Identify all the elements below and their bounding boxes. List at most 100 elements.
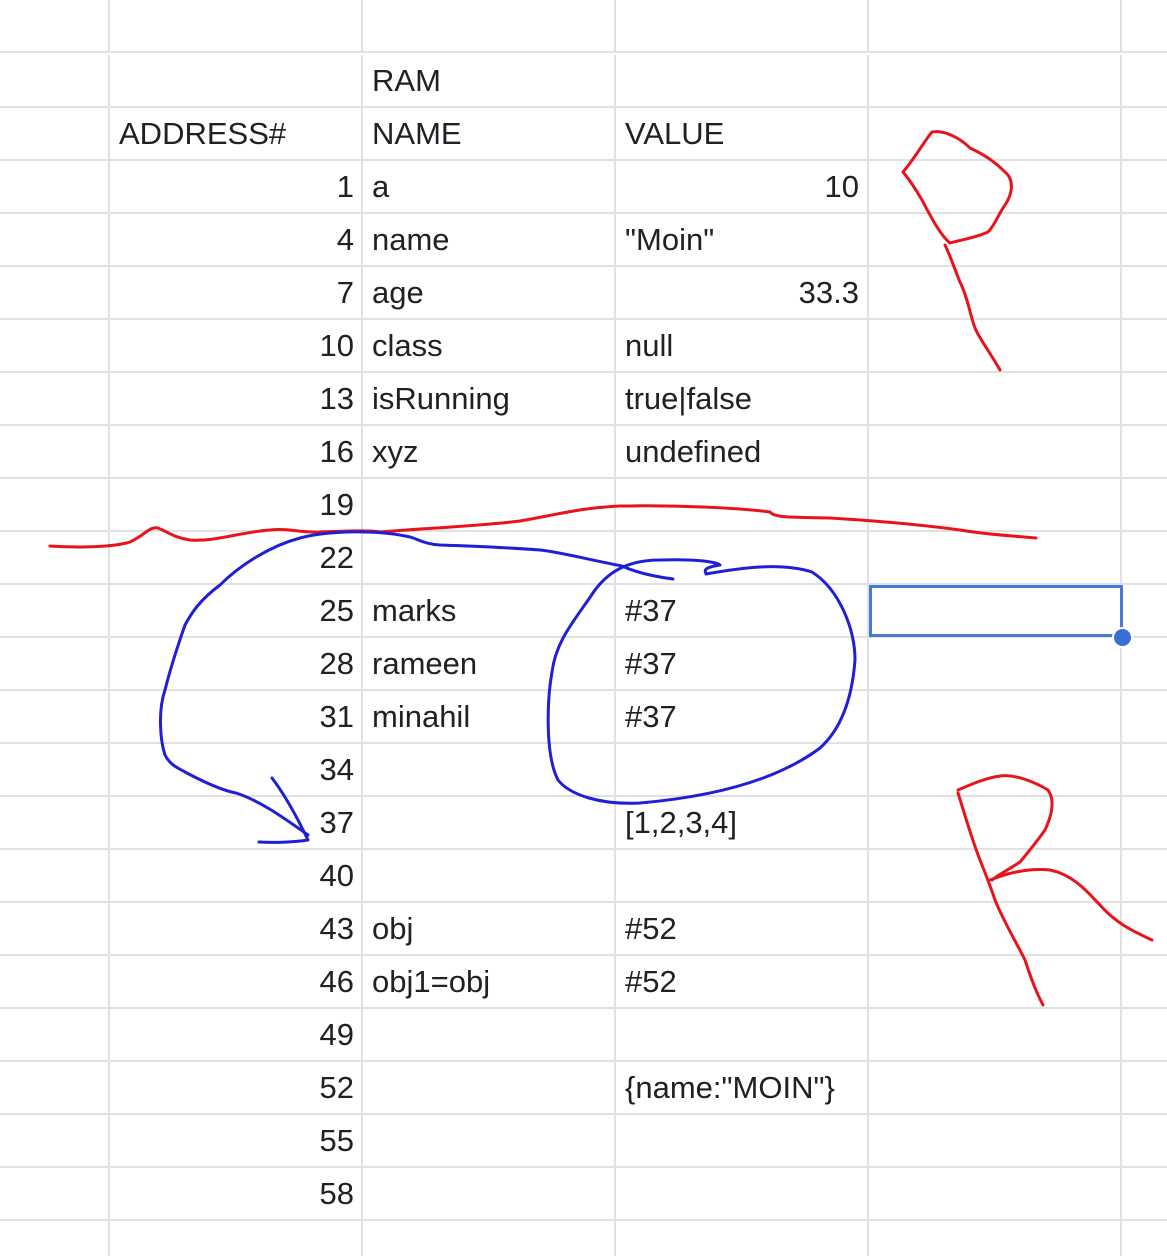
cell[interactable] bbox=[869, 1062, 1122, 1113]
cell[interactable] bbox=[869, 797, 1122, 848]
cell[interactable] bbox=[0, 797, 110, 848]
address-cell[interactable]: 1 bbox=[110, 161, 363, 212]
cell[interactable] bbox=[869, 744, 1122, 795]
cell[interactable] bbox=[110, 55, 363, 106]
name-cell[interactable]: rameen bbox=[363, 638, 616, 689]
cell[interactable] bbox=[0, 585, 110, 636]
cell[interactable] bbox=[1122, 214, 1167, 265]
name-cell[interactable]: age bbox=[363, 267, 616, 318]
cell[interactable] bbox=[1122, 108, 1167, 159]
cell[interactable] bbox=[0, 320, 110, 371]
address-cell[interactable]: 10 bbox=[110, 320, 363, 371]
cell[interactable] bbox=[0, 744, 110, 795]
name-cell[interactable]: a bbox=[363, 161, 616, 212]
value-cell[interactable] bbox=[616, 479, 869, 530]
address-cell[interactable]: 25 bbox=[110, 585, 363, 636]
cell[interactable] bbox=[1122, 1009, 1167, 1060]
cell[interactable] bbox=[869, 1115, 1122, 1166]
value-cell[interactable]: [1,2,3,4] bbox=[616, 797, 869, 848]
value-cell[interactable]: #37 bbox=[616, 691, 869, 742]
cell[interactable] bbox=[1122, 426, 1167, 477]
address-cell[interactable]: 43 bbox=[110, 903, 363, 954]
cell[interactable] bbox=[869, 1168, 1122, 1219]
cell[interactable] bbox=[616, 0, 869, 51]
name-cell[interactable]: obj1=obj bbox=[363, 956, 616, 1007]
name-cell[interactable] bbox=[363, 532, 616, 583]
cell[interactable] bbox=[869, 373, 1122, 424]
selected-cell-outline[interactable] bbox=[869, 585, 1123, 637]
address-cell[interactable]: 40 bbox=[110, 850, 363, 901]
cell[interactable] bbox=[0, 850, 110, 901]
name-header-cell[interactable]: NAME bbox=[363, 108, 616, 159]
cell[interactable] bbox=[869, 903, 1122, 954]
cell[interactable] bbox=[0, 267, 110, 318]
name-cell[interactable] bbox=[363, 1168, 616, 1219]
name-cell[interactable] bbox=[363, 1009, 616, 1060]
value-cell[interactable] bbox=[616, 744, 869, 795]
address-cell[interactable]: 46 bbox=[110, 956, 363, 1007]
name-cell[interactable]: isRunning bbox=[363, 373, 616, 424]
cell[interactable] bbox=[1122, 1115, 1167, 1166]
value-cell[interactable]: null bbox=[616, 320, 869, 371]
value-cell[interactable]: #37 bbox=[616, 638, 869, 689]
address-cell[interactable]: 31 bbox=[110, 691, 363, 742]
cell[interactable] bbox=[0, 426, 110, 477]
value-cell[interactable] bbox=[616, 1009, 869, 1060]
cell[interactable] bbox=[869, 850, 1122, 901]
cell[interactable] bbox=[1122, 267, 1167, 318]
value-cell[interactable]: undefined bbox=[616, 426, 869, 477]
cell[interactable] bbox=[869, 267, 1122, 318]
cell[interactable] bbox=[1122, 850, 1167, 901]
cell[interactable] bbox=[110, 0, 363, 51]
cell[interactable] bbox=[110, 1221, 363, 1256]
cell[interactable] bbox=[1122, 1168, 1167, 1219]
cell[interactable] bbox=[0, 1062, 110, 1113]
cell[interactable] bbox=[1122, 320, 1167, 371]
address-cell[interactable]: 58 bbox=[110, 1168, 363, 1219]
cell[interactable] bbox=[0, 108, 110, 159]
cell[interactable] bbox=[1122, 1062, 1167, 1113]
name-cell[interactable]: xyz bbox=[363, 426, 616, 477]
cell[interactable] bbox=[869, 638, 1122, 689]
value-header-cell[interactable]: VALUE bbox=[616, 108, 869, 159]
address-cell[interactable]: 22 bbox=[110, 532, 363, 583]
cell[interactable] bbox=[869, 55, 1122, 106]
value-cell[interactable]: #52 bbox=[616, 903, 869, 954]
name-cell[interactable] bbox=[363, 744, 616, 795]
value-cell[interactable] bbox=[616, 1168, 869, 1219]
value-cell[interactable]: true|false bbox=[616, 373, 869, 424]
cell[interactable] bbox=[1122, 161, 1167, 212]
cell[interactable] bbox=[869, 532, 1122, 583]
name-cell[interactable]: minahil bbox=[363, 691, 616, 742]
name-cell[interactable]: name bbox=[363, 214, 616, 265]
cell[interactable] bbox=[1122, 479, 1167, 530]
cell[interactable] bbox=[869, 1221, 1122, 1256]
cell[interactable] bbox=[1122, 1221, 1167, 1256]
name-cell[interactable]: marks bbox=[363, 585, 616, 636]
cell[interactable] bbox=[0, 214, 110, 265]
value-cell[interactable] bbox=[616, 850, 869, 901]
value-cell[interactable]: 10 bbox=[616, 161, 869, 212]
address-cell[interactable]: 49 bbox=[110, 1009, 363, 1060]
cell[interactable] bbox=[0, 638, 110, 689]
cell[interactable] bbox=[869, 161, 1122, 212]
address-cell[interactable]: 16 bbox=[110, 426, 363, 477]
cell[interactable] bbox=[0, 691, 110, 742]
address-cell[interactable]: 55 bbox=[110, 1115, 363, 1166]
address-cell[interactable]: 4 bbox=[110, 214, 363, 265]
fill-handle[interactable] bbox=[1112, 627, 1133, 648]
cell[interactable] bbox=[363, 1221, 616, 1256]
address-cell[interactable]: 7 bbox=[110, 267, 363, 318]
name-cell[interactable] bbox=[363, 1062, 616, 1113]
cell[interactable] bbox=[0, 956, 110, 1007]
value-cell[interactable]: #52 bbox=[616, 956, 869, 1007]
cell[interactable] bbox=[869, 108, 1122, 159]
cell[interactable] bbox=[869, 1009, 1122, 1060]
name-cell[interactable]: class bbox=[363, 320, 616, 371]
address-header-cell[interactable]: ADDRESS# bbox=[110, 108, 363, 159]
cell[interactable] bbox=[1122, 532, 1167, 583]
value-cell[interactable]: {name:"MOIN"} bbox=[616, 1062, 869, 1113]
name-cell[interactable] bbox=[363, 797, 616, 848]
cell[interactable] bbox=[0, 532, 110, 583]
cell[interactable] bbox=[869, 956, 1122, 1007]
